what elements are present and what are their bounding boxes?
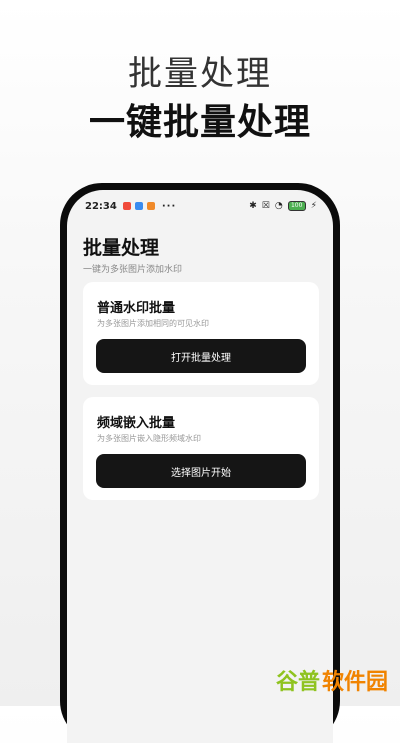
promo-subtitle: 批量处理 <box>128 54 272 94</box>
card-title: 频域嵌入批量 <box>97 416 176 431</box>
status-time: 22:34 <box>85 200 117 212</box>
card-description: 为多张图片嵌入隐形频域水印 <box>97 434 201 443</box>
app-icon-red <box>122 202 131 210</box>
page-subtitle: 一键为多张图片添加水印 <box>83 265 183 275</box>
promo-title: 一键批量处理 <box>88 102 311 143</box>
status-bar: 22:34 ··· ✱ ☒ ◔ 100 ⚡ <box>85 199 317 213</box>
wifi-icon: ◔ <box>274 201 283 211</box>
page-title: 批量处理 <box>83 237 160 259</box>
app-icon-blue <box>134 202 143 210</box>
card-title: 普通水印批量 <box>97 301 176 316</box>
app-icon-orange <box>146 202 155 210</box>
open-batch-button[interactable]: 打开批量处理 <box>96 339 306 373</box>
site-watermark-logo: 谷普 软件园 <box>275 670 388 695</box>
charging-icon: ⚡ <box>310 201 317 211</box>
select-images-button[interactable]: 选择图片开始 <box>96 454 306 488</box>
phone-frame: 22:34 ··· ✱ ☒ ◔ 100 ⚡ 批量处理 一键为多张图片添加水印 普… <box>60 183 340 743</box>
phone-screen: 22:34 ··· ✱ ☒ ◔ 100 ⚡ 批量处理 一键为多张图片添加水印 普… <box>67 190 333 743</box>
battery-icon: 100 <box>287 201 306 211</box>
card-normal-watermark-batch: 普通水印批量 为多张图片添加相同的可见水印 打开批量处理 <box>83 282 319 385</box>
sim-icon: ☒ <box>261 201 270 211</box>
bluetooth-icon: ✱ <box>249 201 257 211</box>
card-description: 为多张图片添加相同的可见水印 <box>97 319 209 328</box>
more-notifications-icon: ··· <box>161 200 177 212</box>
card-frequency-embed-batch: 频域嵌入批量 为多张图片嵌入隐形频域水印 选择图片开始 <box>83 397 319 500</box>
